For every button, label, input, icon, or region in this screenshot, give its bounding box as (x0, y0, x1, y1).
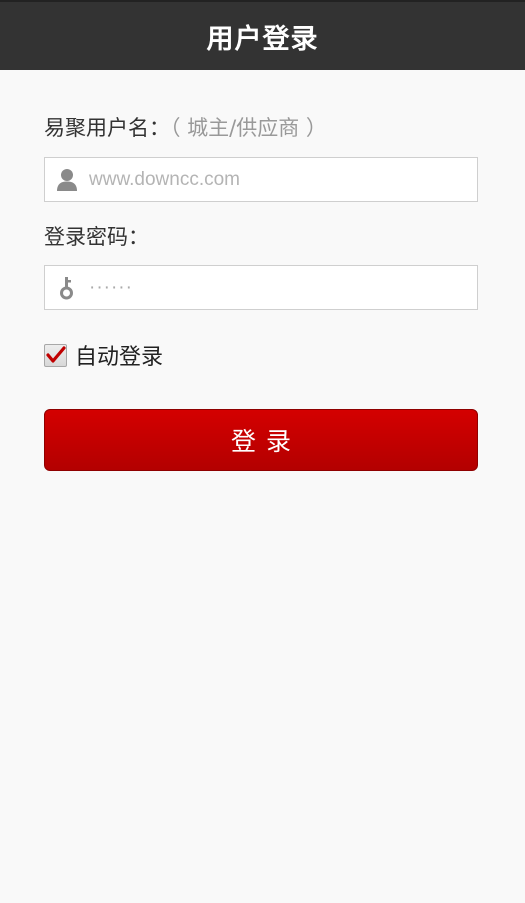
username-field[interactable] (44, 157, 478, 202)
password-label: 登录密码： (44, 225, 149, 249)
auto-login-row[interactable]: 自动登录 (44, 340, 163, 370)
checkmark-icon (45, 346, 66, 363)
title-bar: 用户登录 (0, 0, 525, 70)
username-input[interactable] (89, 159, 469, 200)
user-icon (45, 158, 89, 201)
username-label-row: 易聚用户名：（ 城主/供应商 ） (44, 112, 327, 142)
login-button-label: 登录 (230, 427, 301, 456)
auto-login-checkbox[interactable] (44, 343, 67, 367)
key-icon (45, 266, 89, 309)
password-field[interactable] (44, 265, 478, 310)
password-input[interactable] (89, 267, 469, 308)
auto-login-label: 自动登录 (75, 345, 164, 370)
login-button[interactable]: 登录 (44, 409, 478, 471)
username-hint: （ 城主/供应商 ） (170, 116, 327, 140)
username-label: 易聚用户名： (44, 116, 170, 140)
page-title: 用户登录 (206, 23, 319, 55)
